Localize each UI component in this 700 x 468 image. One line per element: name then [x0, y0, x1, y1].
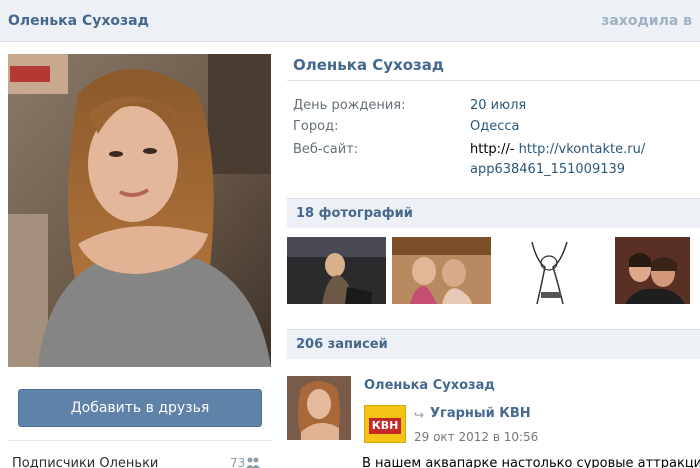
city-label: Город: [293, 119, 339, 134]
online-status: заходила в [601, 13, 692, 29]
website-label: Веб-сайт: [293, 142, 359, 157]
birthday-value[interactable]: 20 июля [470, 98, 526, 113]
kvn-logo-text: КВН [369, 418, 401, 434]
post-author-name[interactable]: Оленька Сухозад [364, 378, 495, 393]
repost-source-name[interactable]: Угарный КВН [430, 406, 531, 421]
website-link[interactable]: http://vkontakte.ru/ [519, 142, 646, 157]
photos-section-header[interactable]: 18 фотографий [287, 198, 700, 228]
wall-count[interactable]: 206 записей [296, 337, 388, 352]
header-user-name[interactable]: Оленька Сухозад [8, 13, 149, 29]
avatar-photo [8, 54, 271, 367]
repost-source-logo[interactable]: КВН [364, 405, 406, 443]
post-author-avatar[interactable] [287, 376, 351, 440]
website-prefix: http://- [470, 142, 515, 157]
photo-thumbnail[interactable] [287, 237, 386, 304]
website-link-cont[interactable]: app638461_151009139 [470, 162, 625, 177]
profile-avatar[interactable] [8, 54, 271, 367]
photo-thumbnail[interactable] [497, 237, 601, 304]
wall-section-header[interactable]: 206 записей [287, 329, 700, 359]
photos-count[interactable]: 18 фотографий [296, 206, 413, 221]
divider [8, 440, 271, 441]
subscribers-count: 73 [230, 456, 246, 468]
repost-icon: ↪ [414, 408, 425, 422]
photo-thumbnail[interactable] [615, 237, 690, 304]
photo-thumbnail[interactable] [392, 237, 491, 304]
post-text: В нашем аквапарке настолько суровые аттр… [362, 456, 700, 468]
add-friend-button[interactable]: Добавить в друзья [18, 389, 262, 427]
city-value[interactable]: Одесса [470, 119, 519, 134]
profile-name: Оленька Сухозад [293, 56, 445, 74]
website-value[interactable]: http://- http://vkontakte.ru/ [470, 142, 645, 157]
people-icon [246, 457, 260, 468]
birthday-label: День рождения: [293, 98, 406, 113]
page-header: Оленька Сухозад заходила в [0, 0, 700, 42]
post-date[interactable]: 29 окт 2012 в 10:56 [414, 430, 538, 444]
divider [287, 80, 700, 81]
subscribers-link[interactable]: Подписчики Оленьки [12, 456, 158, 468]
